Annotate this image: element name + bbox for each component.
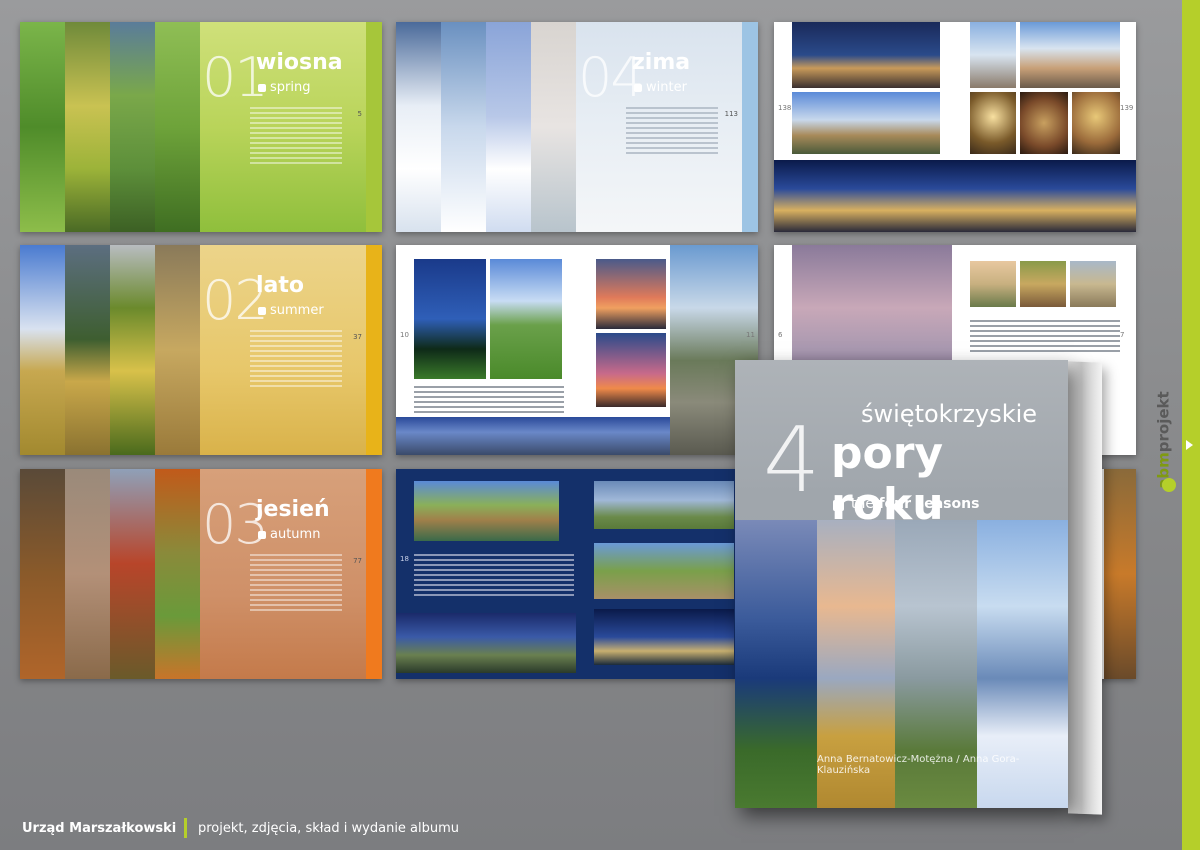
cover-authors: Anna Bernatowicz-Motężna / Anna Gora-Kla… <box>817 754 1020 776</box>
photo-strips <box>20 469 200 679</box>
photo-green-hills <box>490 259 562 379</box>
cover-number: 4 <box>763 408 821 513</box>
autumn-text-block <box>250 551 342 614</box>
abm-logo[interactable]: abmprojekt <box>1153 391 1187 505</box>
photo-cross-sunset <box>596 333 666 407</box>
photo-palace-day <box>792 92 940 154</box>
quarry-text-block <box>414 551 574 599</box>
logo-text-projekt: projekt <box>1154 391 1173 453</box>
summer-title: lato <box>256 273 305 298</box>
photo-rock-green <box>594 543 734 599</box>
project-description: projekt, zdjęcia, skład i wydanie albumu <box>198 821 460 836</box>
spring-subtitle: spring <box>257 80 311 95</box>
photo-church-night <box>414 259 486 379</box>
photo-chandelier <box>970 92 1016 154</box>
spread-castle[interactable]: 138 139 <box>774 22 1136 232</box>
next-arrow-icon[interactable] <box>1186 440 1193 450</box>
spread-summer[interactable]: 02 lato summer 37 <box>20 245 382 455</box>
summer-panel: 02 lato summer 37 <box>200 245 382 455</box>
book-cover[interactable]: 4 świętokrzyskie pory roku the four seas… <box>735 360 1068 808</box>
photo-quarry-lake <box>414 481 559 541</box>
photo-hall <box>1072 92 1120 154</box>
autumn-page-number: 77 <box>353 557 362 565</box>
cover-region: świętokrzyskie <box>861 400 1038 428</box>
photo-rock-night <box>594 609 734 665</box>
photo-autumn-forest <box>1104 469 1136 679</box>
spread-spring[interactable]: 01 wiosna spring 5 <box>20 22 382 232</box>
summer-text-block <box>250 327 342 390</box>
autumn-title: jesień <box>256 497 330 522</box>
photo-town-square-night <box>792 22 940 88</box>
quarry-left-page: 18 <box>400 555 409 563</box>
winter-subtitle: winter <box>634 80 687 95</box>
castle-left-page: 138 <box>778 104 792 112</box>
footer-divider <box>184 818 187 838</box>
autumn-subtitle: autumn <box>257 527 321 542</box>
spread-landscape[interactable]: 10 11 <box>396 245 758 455</box>
photo-field-dawn <box>970 261 1016 307</box>
photo-quarry-dusk <box>396 613 576 673</box>
photo-deer <box>1070 261 1116 307</box>
photo-strips <box>20 245 200 455</box>
spring-edge <box>366 22 382 232</box>
spread-autumn[interactable]: 03 jesień autumn 77 <box>20 469 382 679</box>
cover-title: pory roku <box>831 428 944 530</box>
spread-winter[interactable]: 04 zima winter 113 <box>396 22 758 232</box>
logo-dot-icon <box>1162 478 1176 492</box>
winter-text-block <box>626 104 718 157</box>
winter-page-number: 113 <box>724 110 738 118</box>
castle-right-page: 139 <box>1120 104 1134 112</box>
photo-palace-night <box>774 160 1136 232</box>
summer-subtitle: summer <box>258 303 324 318</box>
winter-title: zima <box>632 50 691 75</box>
photo-panorama <box>396 417 670 455</box>
logo-text: abmprojekt <box>1155 391 1173 488</box>
winter-panel: 04 zima winter 113 <box>576 22 758 232</box>
autumn-edge <box>366 469 382 679</box>
cover-strip-night <box>735 520 817 808</box>
summer-page-number: 37 <box>353 333 362 341</box>
landscape-left-page: 10 <box>400 331 409 339</box>
landscape-right-page: 11 <box>746 331 755 339</box>
client-name: Urząd Marszałkowski <box>22 821 177 836</box>
cover-bullet <box>833 500 844 511</box>
book-spine <box>1068 361 1102 815</box>
summer-edge <box>366 245 382 455</box>
photo-monument <box>594 481 734 529</box>
cover-subtitle-prefix: the <box>851 496 874 512</box>
photo-palace-facade <box>1020 22 1120 88</box>
spring-page-number: 5 <box>357 110 362 118</box>
spring-title: wiosna <box>256 50 343 75</box>
spring-panel: 01 wiosna spring 5 <box>200 22 382 232</box>
cover-subtitle-bold: four seasons <box>878 496 980 512</box>
autumn-panel: 03 jesień autumn 77 <box>200 469 382 679</box>
cover-subtitle: the four seasons <box>851 496 979 512</box>
spring-text-block <box>250 104 342 167</box>
photo-strips <box>20 22 200 232</box>
waves-text-block <box>970 317 1120 355</box>
photo-winter-trees <box>970 22 1016 88</box>
winter-edge <box>742 22 758 232</box>
landscape-text-block <box>414 383 564 416</box>
waves-right-page: 7 <box>1120 331 1125 339</box>
spread-quarry[interactable]: 18 <box>396 469 758 679</box>
photo-strips <box>396 22 576 232</box>
photo-field-aerial <box>1020 261 1066 307</box>
waves-left-page: 6 <box>778 331 783 339</box>
photo-tower-sunset <box>596 259 666 329</box>
photo-ceiling <box>1020 92 1068 154</box>
